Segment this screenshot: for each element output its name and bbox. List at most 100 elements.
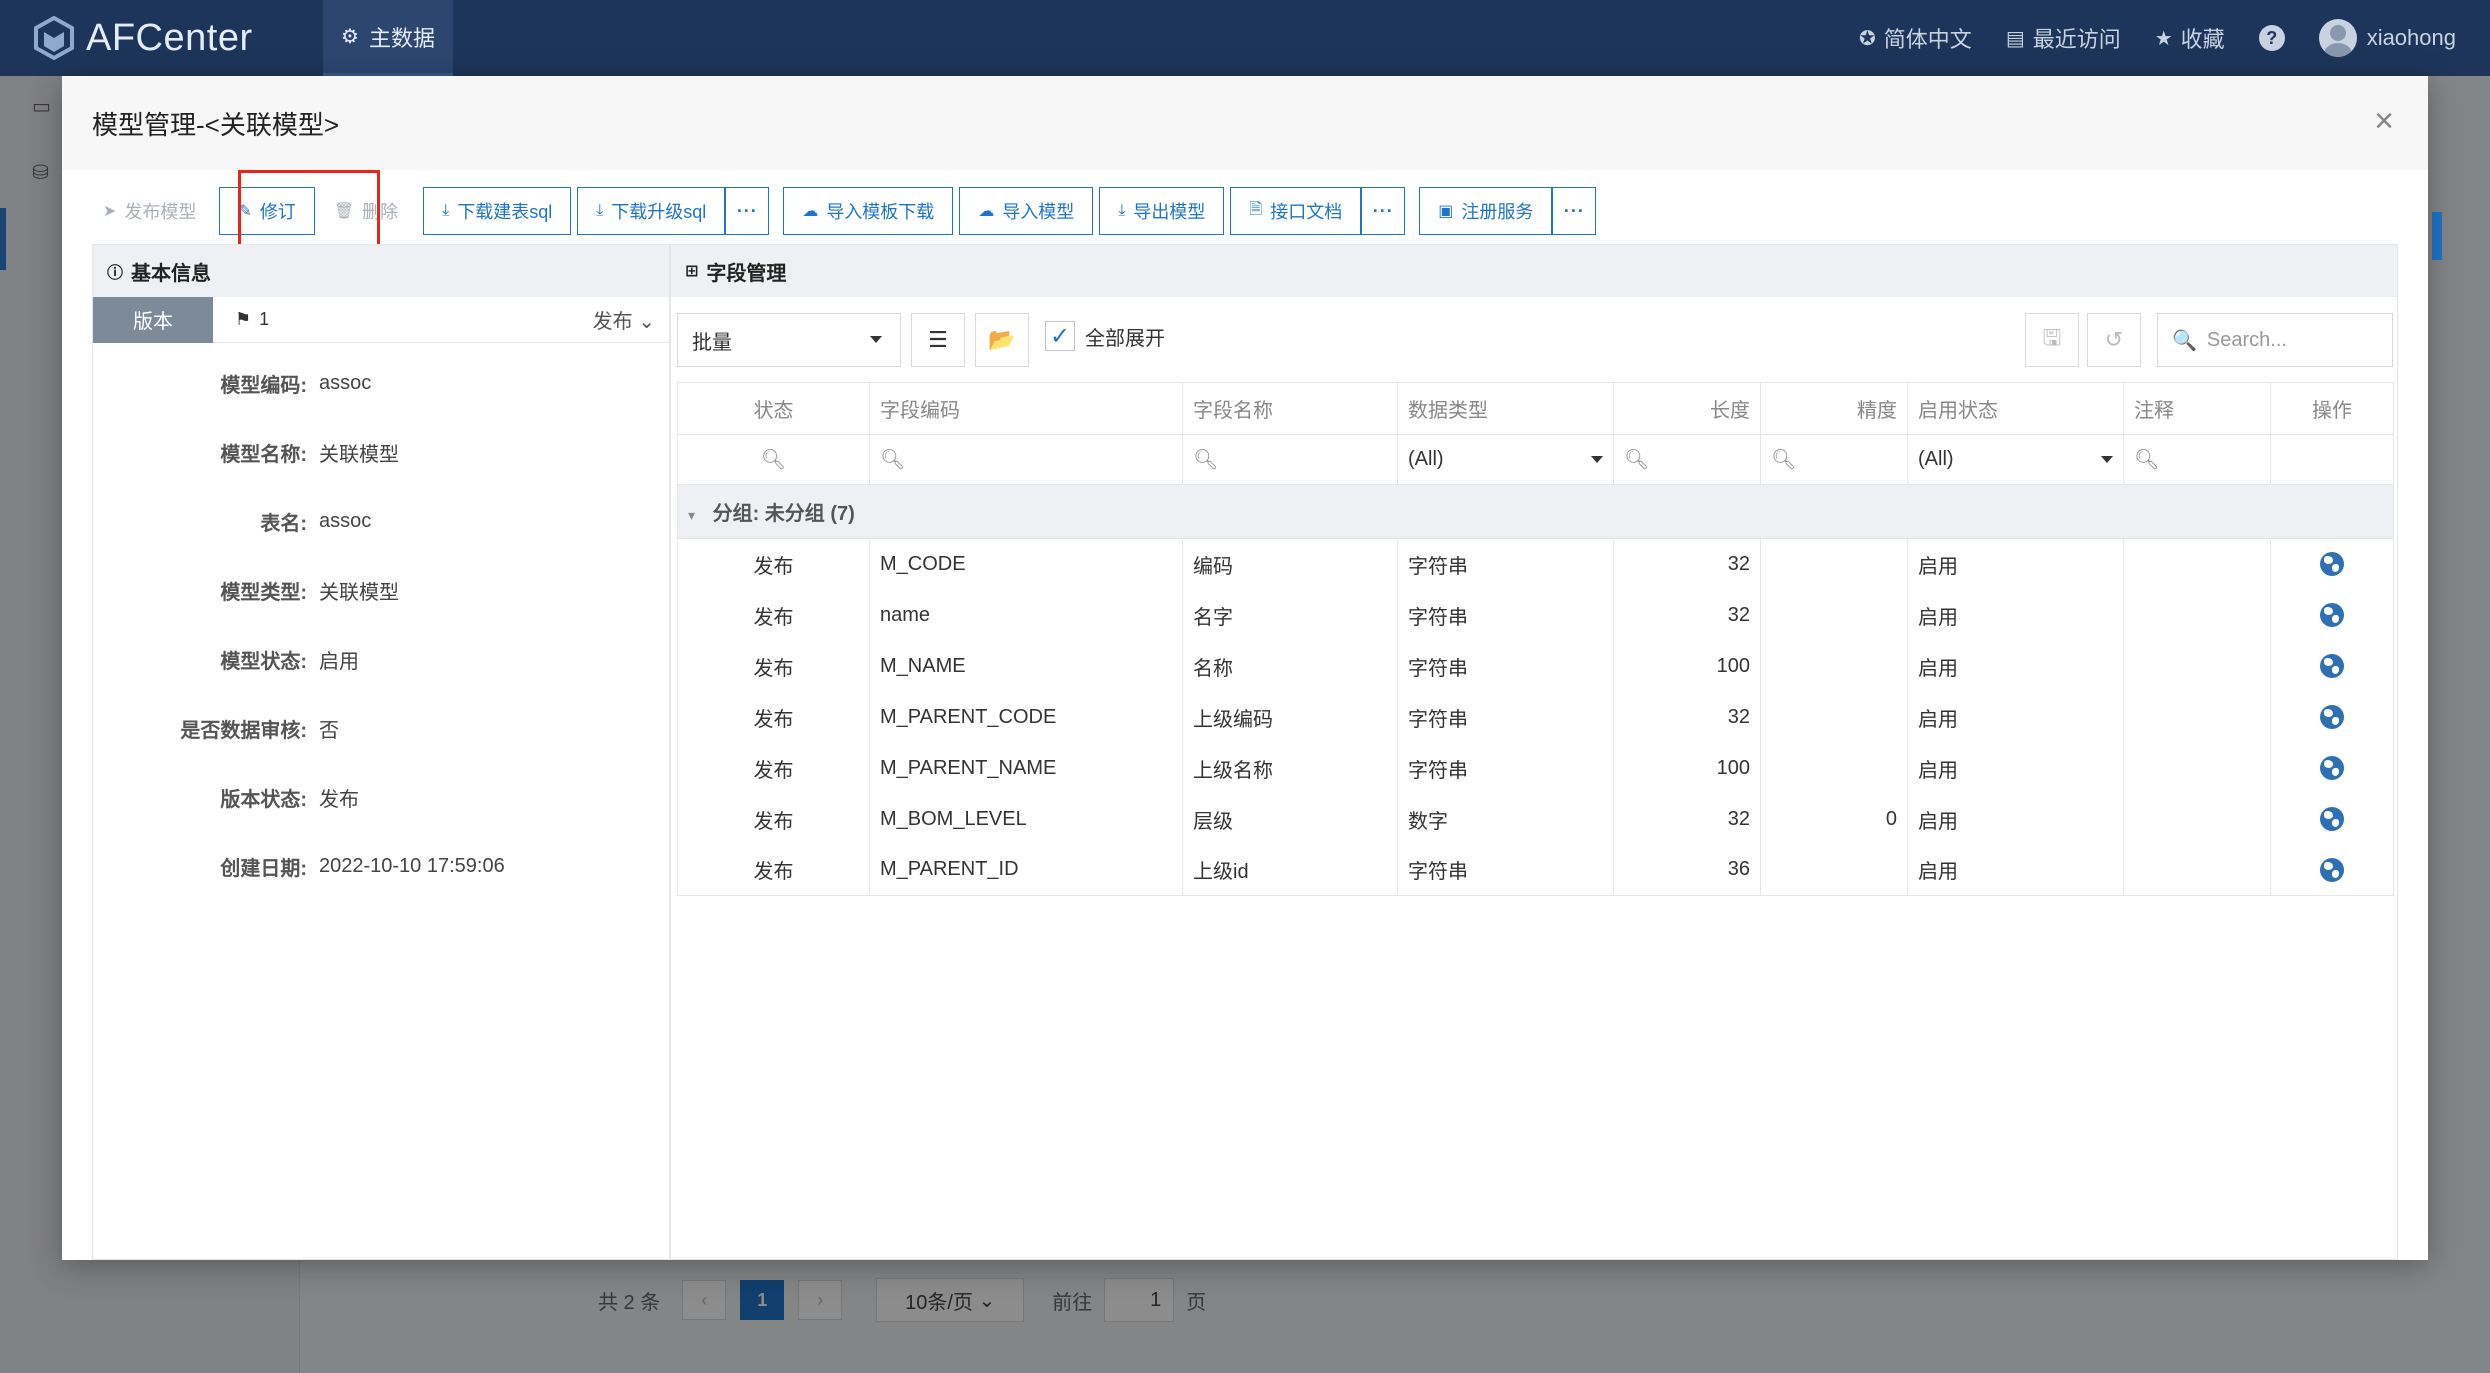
save-button[interactable]: 🖫 [2025, 313, 2079, 367]
version-number-label: 1 [259, 309, 270, 329]
more-actions-button-3[interactable]: ··· [1552, 187, 1597, 235]
cell-data-type: 字符串 [1397, 589, 1614, 641]
download-upgrade-sql-label: 下载升级sql [611, 202, 707, 222]
col-precision[interactable]: 精度 [1760, 382, 1908, 435]
globe-icon[interactable] [2320, 552, 2344, 577]
recent-visits[interactable]: ▤ 最近访问 [2006, 22, 2121, 54]
filter-field-code[interactable]: 🔍︎ [869, 434, 1183, 485]
cell-field-code: name [869, 589, 1183, 641]
cell-length: 32 [1613, 691, 1761, 743]
col-field-name[interactable]: 字段名称 [1182, 382, 1398, 435]
import-model-label: 导入模型 [1002, 202, 1075, 222]
download-create-sql-button[interactable]: ⤓ 下载建表sql [423, 187, 572, 235]
basic-info-list: 模型编码: assoc 模型名称: 关联模型 表名: assoc 模型类型: 关联模型 模型状态… [93, 343, 669, 901]
import-template-download-button[interactable]: ☁ 导入模板下载 [783, 187, 954, 235]
filter-precision[interactable]: 🔍︎ [1760, 434, 1908, 485]
download-upgrade-sql-button[interactable]: ⤓ 下载升级sql [577, 187, 726, 235]
logo-icon [34, 16, 74, 60]
app-name: AFCenter [86, 16, 253, 59]
folder-button[interactable]: 📂 [975, 313, 1029, 367]
table-row[interactable]: 发布 M_PARENT_CODE 上级编码 字符串 32 启用 [677, 691, 2394, 743]
api-doc-button[interactable]: 🗎 接口文档 [1230, 187, 1362, 235]
table-row[interactable]: 发布 M_PARENT_NAME 上级名称 字符串 100 启用 [677, 742, 2394, 794]
chevron-down-icon: ⌄ [638, 311, 655, 333]
col-enabled[interactable]: 启用状态 [1907, 382, 2124, 435]
expand-all-label: 全部展开 [1085, 327, 1165, 350]
col-length[interactable]: 长度 [1613, 382, 1761, 435]
filter-comment[interactable]: 🔍︎ [2123, 434, 2271, 485]
col-actions[interactable]: 操作 [2270, 382, 2394, 435]
globe-icon[interactable] [2320, 705, 2344, 729]
globe-icon[interactable] [2320, 857, 2344, 882]
import-template-download-label: 导入模板下载 [826, 202, 935, 222]
filter-status[interactable]: 🔍︎ [677, 434, 870, 485]
import-model-button[interactable]: ☁ 导入模型 [959, 187, 1094, 235]
filter-field-name[interactable]: 🔍︎ [1182, 434, 1398, 485]
search-icon: 🔍︎ [1193, 449, 1219, 471]
search-icon: 🔍︎ [1771, 449, 1797, 471]
cell-data-type: 字符串 [1397, 691, 1614, 743]
nav-master-data[interactable]: ⚙ 主数据 [323, 0, 453, 76]
cell-length: 32 [1613, 793, 1761, 845]
expand-all-toggle[interactable]: ✓ 全部展开 [1045, 321, 1165, 351]
cell-field-name: 层级 [1182, 793, 1398, 845]
globe-icon[interactable] [2320, 756, 2344, 780]
publish-model-button[interactable]: ➤ 发布模型 [90, 187, 209, 235]
col-field-code[interactable]: 字段编码 [869, 382, 1183, 435]
group-cell[interactable]: ▾ 分组: 未分组 (7) [677, 484, 2394, 539]
grid-header-row: 状态 字段编码 字段名称 数据类型 长度 精度 启用状态 注释 操作 [677, 382, 2394, 435]
cell-field-name: 名称 [1182, 640, 1398, 692]
version-status-select[interactable]: 发布 ⌄ [593, 305, 655, 334]
more-actions-button-1[interactable]: ··· [725, 187, 770, 235]
batch-select-label: 批量 [692, 331, 732, 354]
export-model-button[interactable]: ⤓ 导出模型 [1099, 187, 1225, 235]
version-tab[interactable]: 版本 [93, 296, 213, 343]
table-row[interactable]: 发布 name 名字 字符串 32 启用 [677, 589, 2394, 641]
table-row[interactable]: 发布 M_NAME 名称 字符串 100 启用 [677, 640, 2394, 692]
language-switch[interactable]: ✪ 简体中文 [1859, 22, 1972, 54]
info-label: 创建日期: [220, 858, 307, 880]
globe-icon[interactable] [2320, 807, 2344, 831]
recent-label: 最近访问 [2032, 27, 2121, 52]
grid-filter-row: 🔍︎ 🔍︎ 🔍︎ (All) 🔍︎ 🔍︎ (All) 🔍︎ [677, 434, 2394, 485]
favorites[interactable]: ★ 收藏 [2155, 22, 2225, 54]
table-row[interactable]: 发布 M_CODE 编码 字符串 32 启用 [677, 538, 2394, 590]
help-icon: ? [2258, 25, 2285, 51]
col-status[interactable]: 状态 [677, 382, 870, 435]
table-row[interactable]: 发布 M_BOM_LEVEL 层级 数字 32 0 启用 [677, 793, 2394, 845]
list-view-button[interactable]: ☰ [911, 313, 965, 367]
search-input[interactable]: 🔍 Search... [2157, 313, 2393, 367]
filter-enabled[interactable]: (All) [1907, 434, 2124, 485]
cell-length: 36 [1613, 844, 1761, 896]
flag-icon: ⚑ [235, 309, 252, 329]
cell-status: 发布 [677, 589, 870, 641]
cell-data-type: 数字 [1397, 793, 1614, 845]
cell-enabled: 启用 [1907, 589, 2124, 641]
col-data-type[interactable]: 数据类型 [1397, 382, 1614, 435]
globe-icon[interactable] [2320, 603, 2344, 627]
help-button[interactable]: ? [2258, 25, 2285, 51]
filter-length[interactable]: 🔍︎ [1613, 434, 1761, 485]
batch-select[interactable]: 批量 [677, 313, 901, 367]
undo-button[interactable]: ↺ [2087, 313, 2141, 367]
group-row[interactable]: ▾ 分组: 未分组 (7) [677, 484, 2394, 539]
api-doc-label: 接口文档 [1270, 202, 1343, 222]
info-row: 模型状态: 启用 [93, 625, 669, 694]
expand-all-checkbox[interactable]: ✓ [1045, 321, 1075, 351]
cell-field-code: M_PARENT_CODE [869, 691, 1183, 743]
register-service-button[interactable]: ▣ 注册服务 [1419, 187, 1553, 235]
send-icon: ➤ [103, 203, 117, 220]
globe-icon[interactable] [2320, 654, 2344, 678]
close-icon[interactable]: × [2374, 104, 2394, 138]
app-logo[interactable]: AFCenter [32, 16, 253, 60]
cloud-upload-icon: ☁ [802, 203, 819, 220]
basic-info-title: 基本信息 [131, 262, 212, 285]
more-actions-button-2[interactable]: ··· [1361, 187, 1406, 235]
col-comment[interactable]: 注释 [2123, 382, 2271, 435]
filter-actions [2270, 434, 2394, 485]
user-menu[interactable]: xiaohong [2318, 19, 2456, 57]
collapse-caret-icon[interactable]: ▾ [688, 507, 695, 523]
info-label: 是否数据审核: [180, 720, 307, 742]
filter-data-type[interactable]: (All) [1397, 434, 1614, 485]
table-row[interactable]: 发布 M_PARENT_ID 上级id 字符串 36 启用 [677, 844, 2394, 896]
